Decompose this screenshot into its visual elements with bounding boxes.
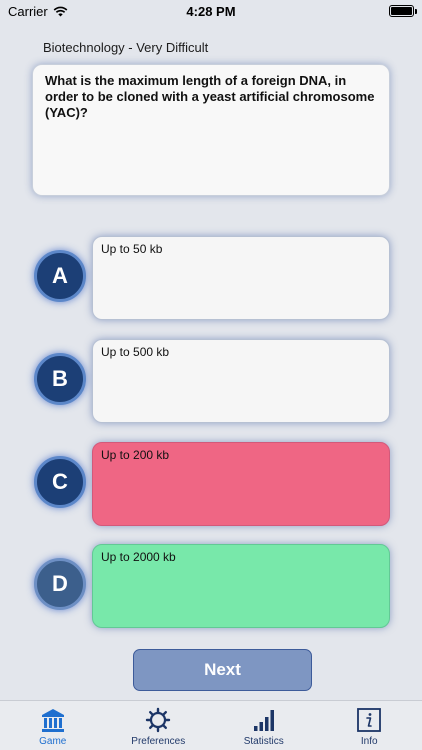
answer-text-c: Up to 200 kb [101,448,170,462]
tab-statistics[interactable]: Statistics [211,701,317,750]
answer-option-b[interactable]: B Up to 500 kb [32,339,390,423]
answer-letter-b[interactable]: B [34,353,86,405]
answer-box-b[interactable]: Up to 500 kb [92,339,390,423]
answer-text-d: Up to 2000 kb [101,550,176,564]
answer-text-b: Up to 500 kb [101,345,170,359]
answer-box-a[interactable]: Up to 50 kb [92,236,390,320]
tab-label-info: Info [360,736,378,747]
battery-icon [389,5,417,17]
category-label: Biotechnology - Very Difficult [43,40,209,55]
tab-game[interactable]: Game [0,701,106,750]
bar-chart-icon [253,710,274,731]
answer-letter-a[interactable]: A [34,250,86,302]
question-card: What is the maximum length of a foreign … [32,64,390,196]
tab-label-game: Game [39,736,67,747]
tab-label-statistics: Statistics [243,736,284,747]
tab-preferences[interactable]: Preferences [106,701,212,750]
answer-text-a: Up to 50 kb [101,242,163,256]
answer-option-d[interactable]: D Up to 2000 kb [32,544,390,628]
tab-label-preferences: Preferences [131,736,186,747]
status-time: 4:28 PM [186,4,236,19]
question-text: What is the maximum length of a foreign … [45,73,375,120]
status-bar: Carrier 4:28 PM [0,0,422,22]
answer-option-a[interactable]: A Up to 50 kb [32,236,390,320]
answer-option-c[interactable]: C Up to 200 kb [32,442,390,526]
answer-box-d[interactable]: Up to 2000 kb [92,544,390,628]
info-icon [357,708,382,732]
gear-icon [146,707,171,733]
answer-letter-c[interactable]: C [34,456,86,508]
answer-box-c[interactable]: Up to 200 kb [92,442,390,526]
tab-bar: Game Preferences Statistics Info [0,700,422,750]
tab-info[interactable]: Info [317,701,422,750]
next-button[interactable]: Next [133,649,312,691]
bank-icon [41,709,64,732]
answer-letter-d[interactable]: D [34,558,86,610]
